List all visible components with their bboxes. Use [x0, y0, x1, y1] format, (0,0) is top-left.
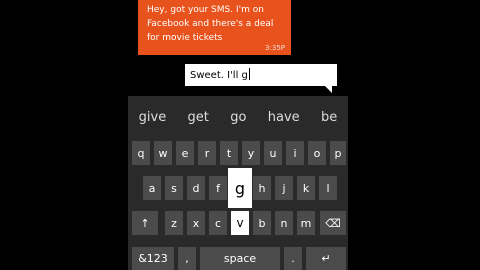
period-key[interactable]: .: [284, 247, 302, 270]
key-f[interactable]: f: [209, 176, 227, 200]
incoming-message-time: 3:35P: [265, 44, 285, 52]
key-c[interactable]: c: [209, 211, 227, 235]
shift-key[interactable]: ↑: [132, 211, 158, 235]
compose-draft: Sweet. I'll g: [190, 70, 248, 81]
comma-key[interactable]: ,: [178, 247, 196, 270]
suggestion-item[interactable]: have: [268, 110, 300, 125]
compose-text: Sweet. I'll g: [190, 68, 250, 81]
key-h[interactable]: h: [253, 176, 271, 200]
space-key[interactable]: space: [200, 247, 280, 270]
bubble-tail: [324, 85, 332, 93]
key-w[interactable]: w: [154, 141, 172, 165]
key-j[interactable]: j: [275, 176, 293, 200]
key-z[interactable]: z: [165, 211, 183, 235]
suggestion-bar: give get go have be: [128, 96, 348, 138]
on-screen-keyboard: give get go have be q w e r t y u i o p …: [128, 96, 348, 270]
text-cursor: [248, 68, 250, 80]
symbols-key[interactable]: &123: [132, 247, 174, 270]
key-m[interactable]: m: [297, 211, 315, 235]
key-k[interactable]: k: [297, 176, 315, 200]
key-i[interactable]: i: [286, 141, 304, 165]
enter-key[interactable]: ↵: [306, 247, 346, 270]
key-a[interactable]: a: [143, 176, 161, 200]
key-r[interactable]: r: [198, 141, 216, 165]
key-t[interactable]: t: [220, 141, 238, 165]
key-s[interactable]: s: [165, 176, 183, 200]
suggestion-item[interactable]: be: [321, 110, 337, 125]
key-d[interactable]: d: [187, 176, 205, 200]
key-q[interactable]: q: [132, 141, 150, 165]
key-x[interactable]: x: [187, 211, 205, 235]
compose-message-field[interactable]: Sweet. I'll g: [185, 64, 337, 93]
key-g-pressed[interactable]: g: [228, 168, 252, 208]
key-e[interactable]: e: [176, 141, 194, 165]
suggestion-item[interactable]: give: [139, 110, 167, 125]
key-n[interactable]: n: [275, 211, 293, 235]
key-y[interactable]: y: [242, 141, 260, 165]
incoming-message-text: Hey, got your SMS. I'm on Facebook and t…: [147, 5, 274, 43]
key-u[interactable]: u: [264, 141, 282, 165]
suggestion-item[interactable]: get: [188, 110, 209, 125]
key-o[interactable]: o: [308, 141, 326, 165]
suggestion-item[interactable]: go: [230, 110, 246, 125]
key-v[interactable]: v: [231, 211, 249, 235]
backspace-key[interactable]: ⌫: [320, 211, 346, 235]
key-p[interactable]: p: [330, 141, 346, 165]
key-l[interactable]: l: [319, 176, 337, 200]
incoming-message-bubble: Hey, got your SMS. I'm on Facebook and t…: [138, 0, 291, 55]
key-b[interactable]: b: [253, 211, 271, 235]
